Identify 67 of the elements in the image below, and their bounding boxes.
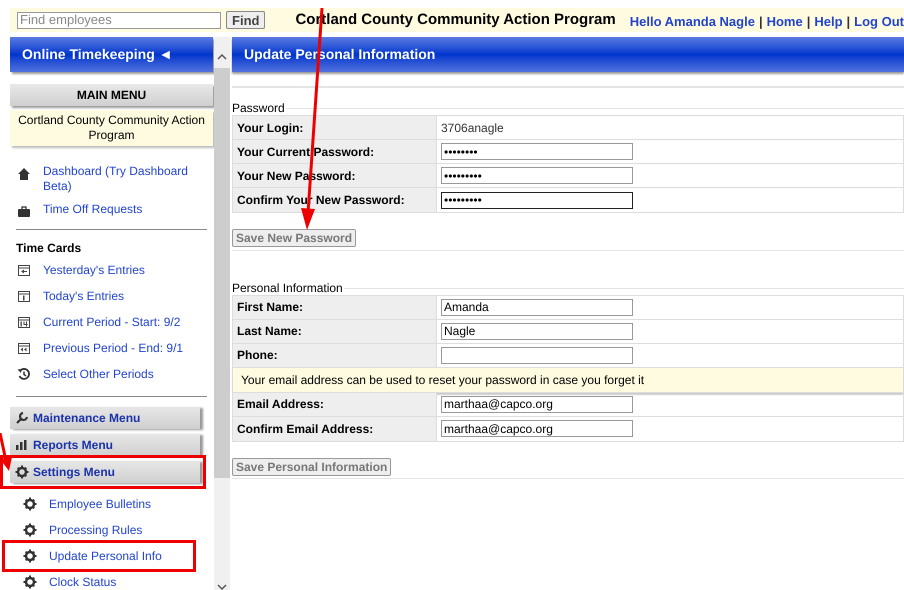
input-field[interactable]: •••••••• bbox=[441, 143, 633, 160]
menu-link[interactable]: Today's Entries bbox=[43, 287, 124, 305]
menu-link[interactable]: Time Off Requests bbox=[43, 202, 142, 217]
menu-link[interactable]: Employee Bulletins bbox=[49, 495, 152, 513]
menu-button[interactable]: Maintenance Menu bbox=[10, 407, 200, 429]
menu-button[interactable]: Settings Menu bbox=[10, 461, 200, 483]
info-note: Your email address can be used to reset your password in case you forget it bbox=[233, 368, 903, 392]
menu-link[interactable]: Clock Status bbox=[49, 573, 116, 590]
field-label: Confirm Email Address: bbox=[233, 416, 437, 440]
input-field[interactable]: Amanda bbox=[441, 298, 633, 316]
scroll-thumb[interactable] bbox=[214, 68, 230, 478]
input-field[interactable]: marthaa@capco.org bbox=[441, 396, 633, 412]
gear-icon bbox=[23, 523, 37, 537]
field-label: Last Name: bbox=[233, 320, 437, 342]
input-field[interactable]: marthaa@capco.org bbox=[441, 420, 633, 437]
gear-icon bbox=[15, 465, 29, 479]
field-label: Your Current Password: bbox=[233, 140, 437, 163]
calendar-icon bbox=[17, 315, 31, 329]
section-legend: Personal Information bbox=[232, 280, 344, 294]
calendar-icon bbox=[17, 289, 31, 303]
menu-link[interactable]: Dashboard (Try Dashboard Beta) bbox=[43, 164, 213, 194]
input-field[interactable]: ••••••••• bbox=[441, 167, 633, 184]
gear-icon bbox=[23, 497, 37, 511]
section-legend: Password bbox=[232, 101, 286, 115]
save-button[interactable]: Save New Password bbox=[232, 229, 356, 247]
input-field[interactable]: ••••••••• bbox=[441, 192, 633, 208]
find-button[interactable]: Find bbox=[226, 11, 266, 29]
search-field[interactable]: Find employees bbox=[17, 12, 222, 28]
bar-chart-icon bbox=[15, 438, 29, 452]
gear-icon bbox=[23, 575, 37, 589]
nav-link[interactable]: Help bbox=[814, 12, 843, 32]
separator: | bbox=[758, 13, 763, 32]
scrollbar[interactable] bbox=[214, 37, 230, 590]
main-menu-header: MAIN MENU bbox=[10, 84, 213, 106]
sidebar-header[interactable]: Online Timekeeping ◄ bbox=[10, 37, 213, 72]
input-field[interactable]: Nagle bbox=[441, 322, 633, 340]
calendar-icon bbox=[17, 341, 31, 355]
annotation-arrow bbox=[0, 433, 14, 473]
field-label: Email Address: bbox=[233, 392, 437, 416]
house-icon bbox=[17, 167, 31, 181]
nav-link[interactable]: Log Out bbox=[854, 12, 904, 32]
wrench-icon bbox=[15, 411, 29, 425]
nav-link[interactable]: Hello Amanda Nagle bbox=[630, 12, 755, 32]
menu-link[interactable]: Select Other Periods bbox=[43, 365, 154, 383]
menu-link[interactable]: Processing Rules bbox=[49, 521, 142, 539]
calendar-icon bbox=[17, 263, 31, 277]
scroll-up-icon[interactable] bbox=[217, 53, 227, 60]
gear-icon bbox=[23, 549, 37, 563]
menu-link[interactable]: Update Personal Info bbox=[49, 547, 162, 565]
menu-link[interactable]: Yesterday's Entries bbox=[43, 261, 145, 279]
field-label: Your Login: bbox=[233, 116, 437, 139]
field-label: First Name: bbox=[233, 296, 437, 318]
scroll-down-icon[interactable] bbox=[217, 584, 227, 590]
input-field[interactable] bbox=[441, 346, 633, 364]
login-value: 3706anagle bbox=[441, 120, 504, 136]
field-label: Phone: bbox=[233, 344, 437, 366]
save-button[interactable]: Save Personal Information bbox=[232, 458, 392, 476]
section-heading: Time Cards bbox=[16, 240, 82, 257]
menu-button[interactable]: Reports Menu bbox=[10, 434, 200, 456]
briefcase-icon bbox=[17, 205, 31, 219]
separator: | bbox=[846, 13, 850, 32]
menu-link[interactable]: Current Period - Start: 9/2 bbox=[43, 313, 180, 331]
nav-link[interactable]: Home bbox=[766, 12, 803, 32]
organization-name: Cortland County Community Action Program bbox=[10, 110, 213, 146]
separator: | bbox=[806, 13, 810, 32]
menu-link[interactable]: Previous Period - End: 9/1 bbox=[43, 339, 184, 357]
history-icon bbox=[17, 367, 31, 381]
